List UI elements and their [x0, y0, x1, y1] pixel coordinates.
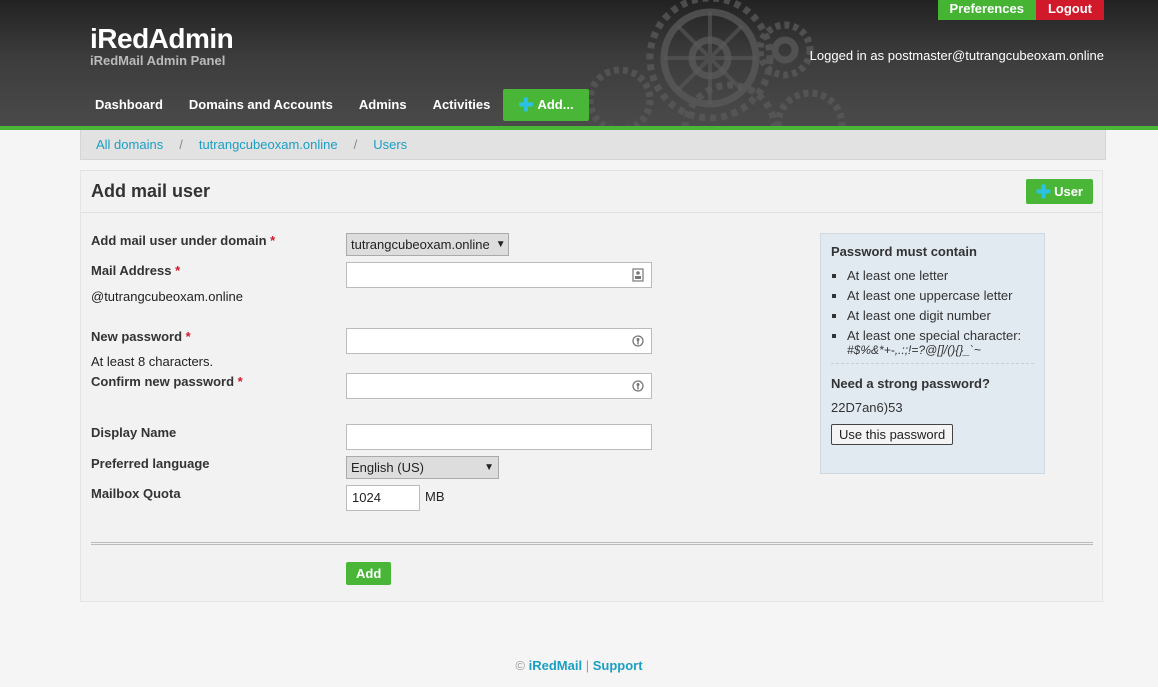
- add-user-button[interactable]: ✚ User: [1025, 179, 1093, 204]
- support-link[interactable]: Support: [593, 658, 643, 673]
- new-password-input[interactable]: [346, 328, 652, 354]
- preferred-language-label: Preferred language: [91, 456, 210, 471]
- nav-domains-and-accounts[interactable]: Domains and Accounts: [176, 89, 346, 121]
- password-requirements-box: Password must contain At least one lette…: [820, 233, 1045, 474]
- domain-select[interactable]: tutrangcubeoxam.online ▼: [346, 233, 509, 256]
- mail-address-input[interactable]: [346, 262, 652, 288]
- mail-domain-suffix: @tutrangcubeoxam.online: [91, 289, 243, 304]
- add-button[interactable]: Add: [346, 562, 392, 585]
- domain-label-text: Add mail user under domain: [91, 233, 267, 248]
- nav-admins[interactable]: Admins: [346, 89, 420, 121]
- breadcrumb-domain[interactable]: tutrangcubeoxam.online: [199, 137, 338, 152]
- confirm-password-label: Confirm new password *: [91, 374, 243, 389]
- confirm-password-input[interactable]: [346, 373, 652, 399]
- domain-label: Add mail user under domain *: [91, 233, 275, 248]
- header: iRedAdmin iRedMail Admin Panel Preferenc…: [0, 0, 1158, 126]
- iredmail-link[interactable]: iRedMail: [529, 658, 582, 673]
- footer: © iRedMail | Support: [0, 658, 1158, 673]
- top-buttons: Preferences Logout: [937, 0, 1104, 20]
- new-password-label: New password *: [91, 329, 191, 344]
- required-mark: *: [175, 263, 181, 278]
- domain-select-value: tutrangcubeoxam.online: [351, 237, 490, 252]
- logout-button[interactable]: Logout: [1035, 0, 1104, 20]
- mail-address-label: Mail Address *: [91, 263, 180, 278]
- breadcrumb-users[interactable]: Users: [373, 137, 407, 152]
- footer-separator: |: [585, 658, 590, 673]
- logged-in-text: Logged in as postmaster@tutrangcubeoxam.…: [809, 48, 1104, 63]
- password-rule: At least one letter: [831, 268, 1034, 283]
- generated-password: 22D7an6)53: [831, 400, 903, 415]
- nav-add-button[interactable]: ✚ Add...: [503, 89, 589, 121]
- user-button-label: User: [1054, 184, 1083, 199]
- quota-unit: MB: [425, 489, 445, 504]
- key-icon: [632, 379, 644, 393]
- breadcrumb-all-domains[interactable]: All domains: [96, 137, 163, 152]
- display-name-input[interactable]: [346, 424, 652, 450]
- page-title: Add mail user: [91, 181, 211, 201]
- required-mark: *: [270, 233, 276, 248]
- brand: iRedAdmin iRedMail Admin Panel: [90, 23, 234, 68]
- new-password-label-text: New password: [91, 329, 183, 344]
- app-subtitle: iRedMail Admin Panel: [90, 53, 226, 68]
- password-rule: At least one special character: #$%&*+-,…: [831, 328, 1034, 358]
- preferences-button[interactable]: Preferences: [937, 0, 1036, 20]
- plus-icon: ✚: [1035, 181, 1052, 202]
- mail-address-label-text: Mail Address: [91, 263, 172, 278]
- password-rule: At least one uppercase letter: [831, 288, 1034, 303]
- chevron-down-icon: ▼: [495, 239, 506, 250]
- password-requirements-heading: Password must contain: [831, 244, 977, 259]
- preferred-language-select[interactable]: English (US) ▼: [346, 456, 499, 479]
- main-nav: Dashboard Domains and Accounts Admins Ac…: [82, 89, 589, 121]
- nav-add-label: Add...: [537, 97, 574, 112]
- contact-card-icon: [632, 268, 644, 282]
- add-user-panel: Add mail user ✚ User Add mail user under…: [80, 170, 1103, 602]
- mailbox-quota-label: Mailbox Quota: [91, 486, 181, 501]
- gears-decoration: [586, 0, 846, 126]
- app-title: iRedAdmin: [90, 23, 234, 54]
- breadcrumb: All domains / tutrangcubeoxam.online / U…: [80, 130, 1106, 160]
- display-name-label: Display Name: [91, 425, 177, 440]
- panel-header: Add mail user ✚ User: [81, 171, 1102, 213]
- confirm-password-label-text: Confirm new password: [91, 374, 235, 389]
- plus-icon: ✚: [518, 95, 534, 115]
- breadcrumb-separator: /: [353, 137, 358, 152]
- password-rule: At least one digit number: [831, 308, 1034, 323]
- chevron-down-icon: ▼: [484, 462, 494, 473]
- form-divider: [91, 542, 1093, 545]
- password-rule-text: At least one special character:: [847, 328, 1022, 343]
- nav-dashboard[interactable]: Dashboard: [82, 89, 176, 121]
- mailbox-quota-input[interactable]: 1024: [346, 485, 420, 511]
- breadcrumb-separator: /: [179, 137, 183, 152]
- preferred-language-value: English (US): [351, 460, 424, 475]
- required-mark: *: [237, 374, 243, 389]
- nav-activities[interactable]: Activities: [420, 89, 504, 121]
- strong-password-heading: Need a strong password?: [831, 376, 990, 391]
- required-mark: *: [185, 329, 191, 344]
- password-hint: At least 8 characters.: [91, 354, 214, 369]
- copyright-symbol: ©: [515, 658, 526, 673]
- special-characters: #$%&*+-,.:;!=?@[]/(){}_`~: [847, 343, 981, 357]
- password-box-divider: [831, 363, 1034, 364]
- use-this-password-button[interactable]: Use this password: [831, 424, 954, 445]
- password-rules-list: At least one letter At least one upperca…: [831, 268, 1034, 358]
- key-icon: [632, 334, 644, 348]
